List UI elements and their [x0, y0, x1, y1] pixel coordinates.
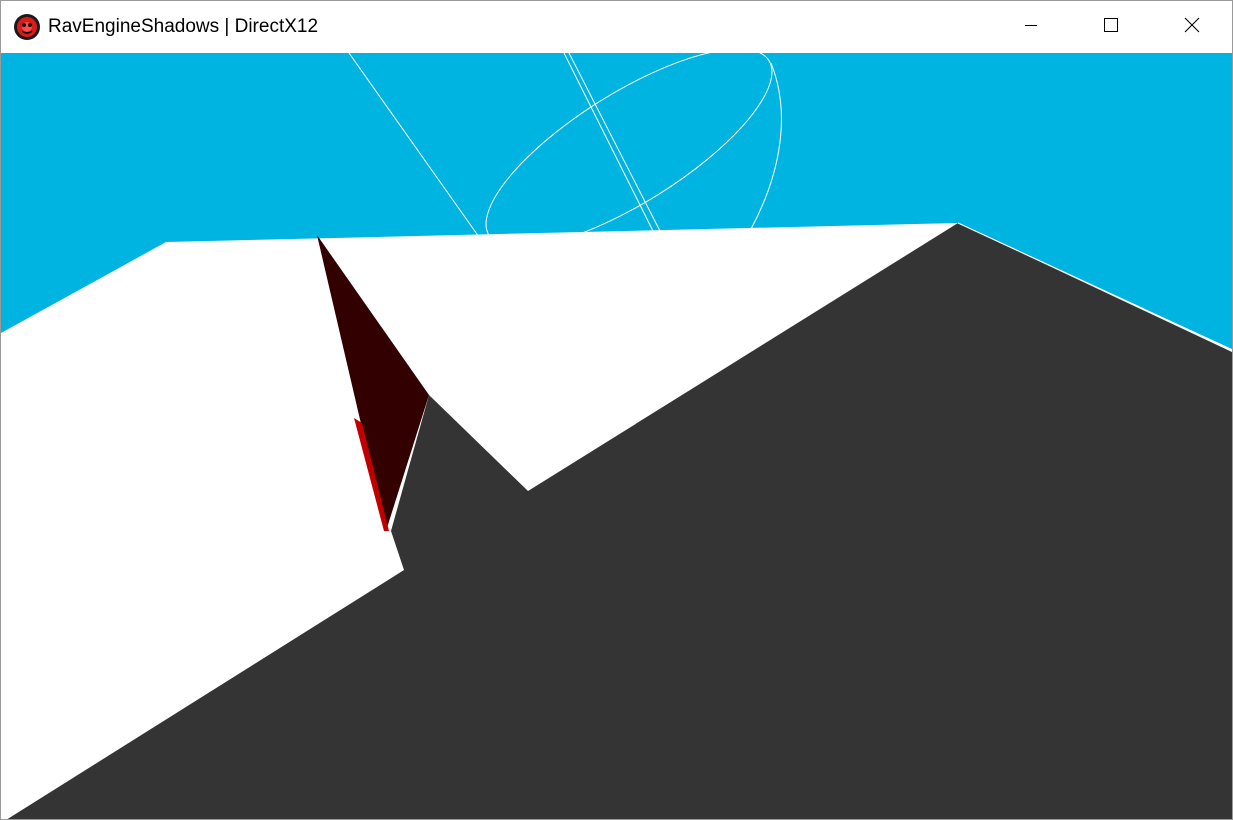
- maximize-icon: [1103, 17, 1119, 38]
- scene-canvas: [1, 53, 1232, 819]
- title-bar[interactable]: RavEngineShadows | DirectX12: [1, 1, 1232, 53]
- close-button[interactable]: [1152, 1, 1232, 53]
- raven-engine-logo-icon: [13, 13, 41, 41]
- maximize-button[interactable]: [1071, 1, 1151, 53]
- app-window: RavEngineShadows | DirectX12: [0, 0, 1233, 820]
- render-viewport[interactable]: [1, 53, 1232, 819]
- window-title: RavEngineShadows | DirectX12: [48, 16, 319, 37]
- minimize-button[interactable]: [991, 1, 1071, 53]
- minimize-icon: [1023, 17, 1039, 38]
- close-icon: [1184, 17, 1200, 38]
